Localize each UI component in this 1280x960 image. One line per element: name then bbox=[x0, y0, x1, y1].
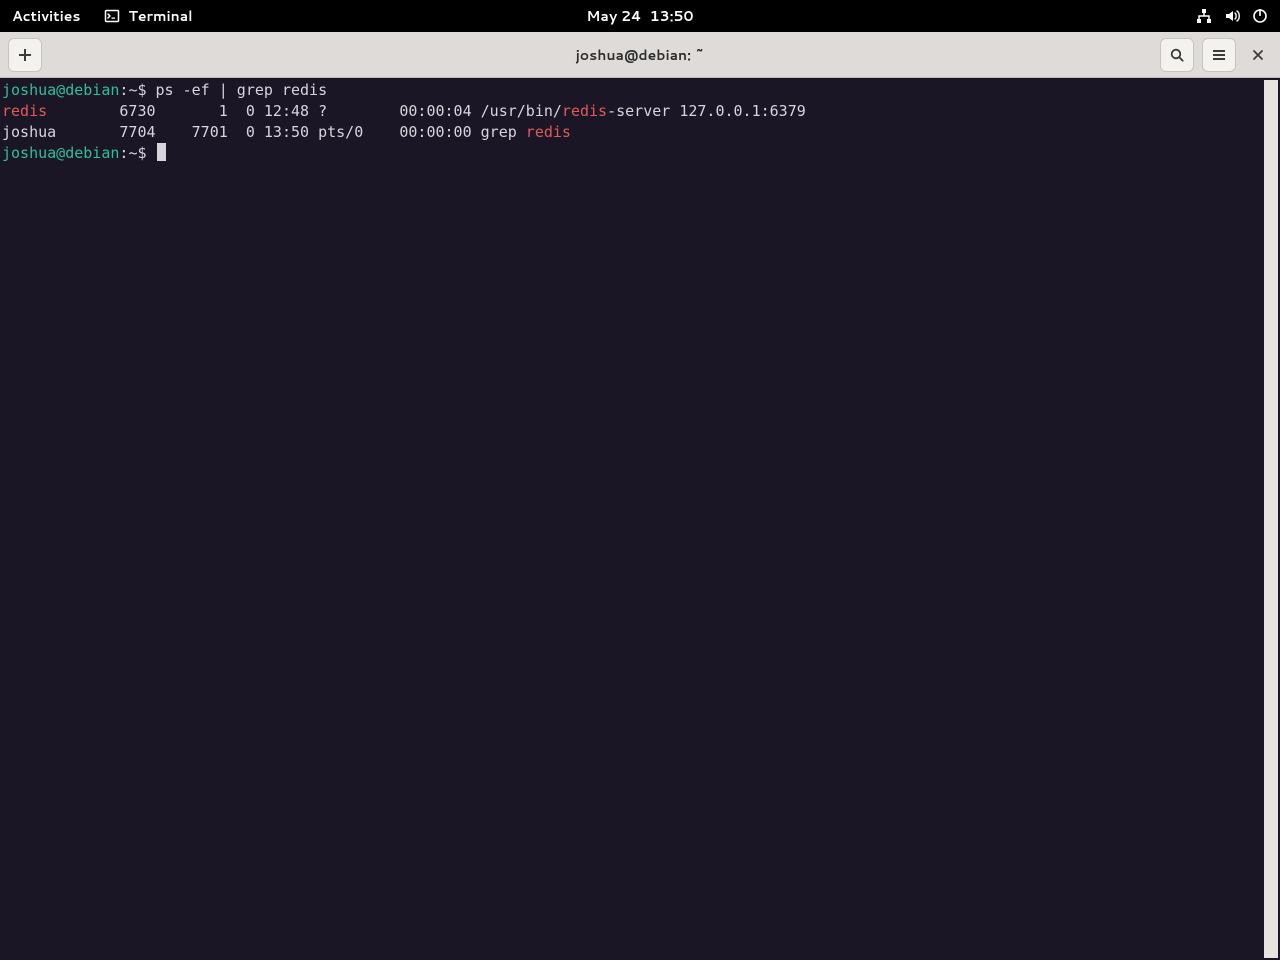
new-tab-button[interactable] bbox=[8, 38, 42, 72]
window-title: joshua@debian: ~ bbox=[576, 45, 705, 65]
terminal-app-icon bbox=[104, 8, 120, 24]
terminal-viewport[interactable]: joshua@debian:~$ ps -ef | grep redis red… bbox=[0, 78, 1280, 960]
grep-match: redis bbox=[562, 102, 607, 120]
current-app-indicator[interactable]: Terminal bbox=[104, 6, 192, 26]
clock-date: May 24 bbox=[586, 6, 641, 26]
activities-button[interactable]: Activities bbox=[12, 6, 80, 26]
gnome-topbar: Activities Terminal May 24 13:50 bbox=[0, 0, 1280, 32]
terminal-cursor bbox=[157, 143, 166, 161]
output-line: -server 127.0.0.1:6379 bbox=[607, 102, 806, 120]
clock[interactable]: May 24 13:50 bbox=[586, 6, 693, 26]
output-line: joshua 7704 7701 0 13:50 pts/0 00:00:00 … bbox=[2, 123, 526, 141]
prompt-symbol: $ bbox=[137, 81, 146, 99]
prompt-symbol: $ bbox=[137, 144, 146, 162]
network-icon bbox=[1196, 8, 1212, 24]
power-icon bbox=[1252, 8, 1268, 24]
command-text: ps -ef | grep bbox=[156, 81, 282, 99]
prompt-user-host: joshua@debian bbox=[2, 81, 119, 99]
vertical-scrollbar[interactable] bbox=[1264, 80, 1278, 958]
system-status-area[interactable] bbox=[1196, 8, 1268, 24]
volume-icon bbox=[1224, 8, 1240, 24]
close-window-button[interactable] bbox=[1244, 41, 1272, 69]
terminal-content[interactable]: joshua@debian:~$ ps -ef | grep redis red… bbox=[2, 80, 1264, 958]
window-titlebar: joshua@debian: ~ bbox=[0, 32, 1280, 78]
current-app-name: Terminal bbox=[128, 6, 192, 26]
clock-time: 13:50 bbox=[650, 6, 694, 26]
grep-match: redis bbox=[2, 102, 47, 120]
output-line: 6730 1 0 12:48 ? 00:00:04 /usr/bin/ bbox=[47, 102, 562, 120]
hamburger-menu-button[interactable] bbox=[1202, 38, 1236, 72]
grep-match: redis bbox=[526, 123, 571, 141]
search-button[interactable] bbox=[1160, 38, 1194, 72]
command-arg: redis bbox=[282, 81, 327, 99]
prompt-user-host: joshua@debian bbox=[2, 144, 119, 162]
